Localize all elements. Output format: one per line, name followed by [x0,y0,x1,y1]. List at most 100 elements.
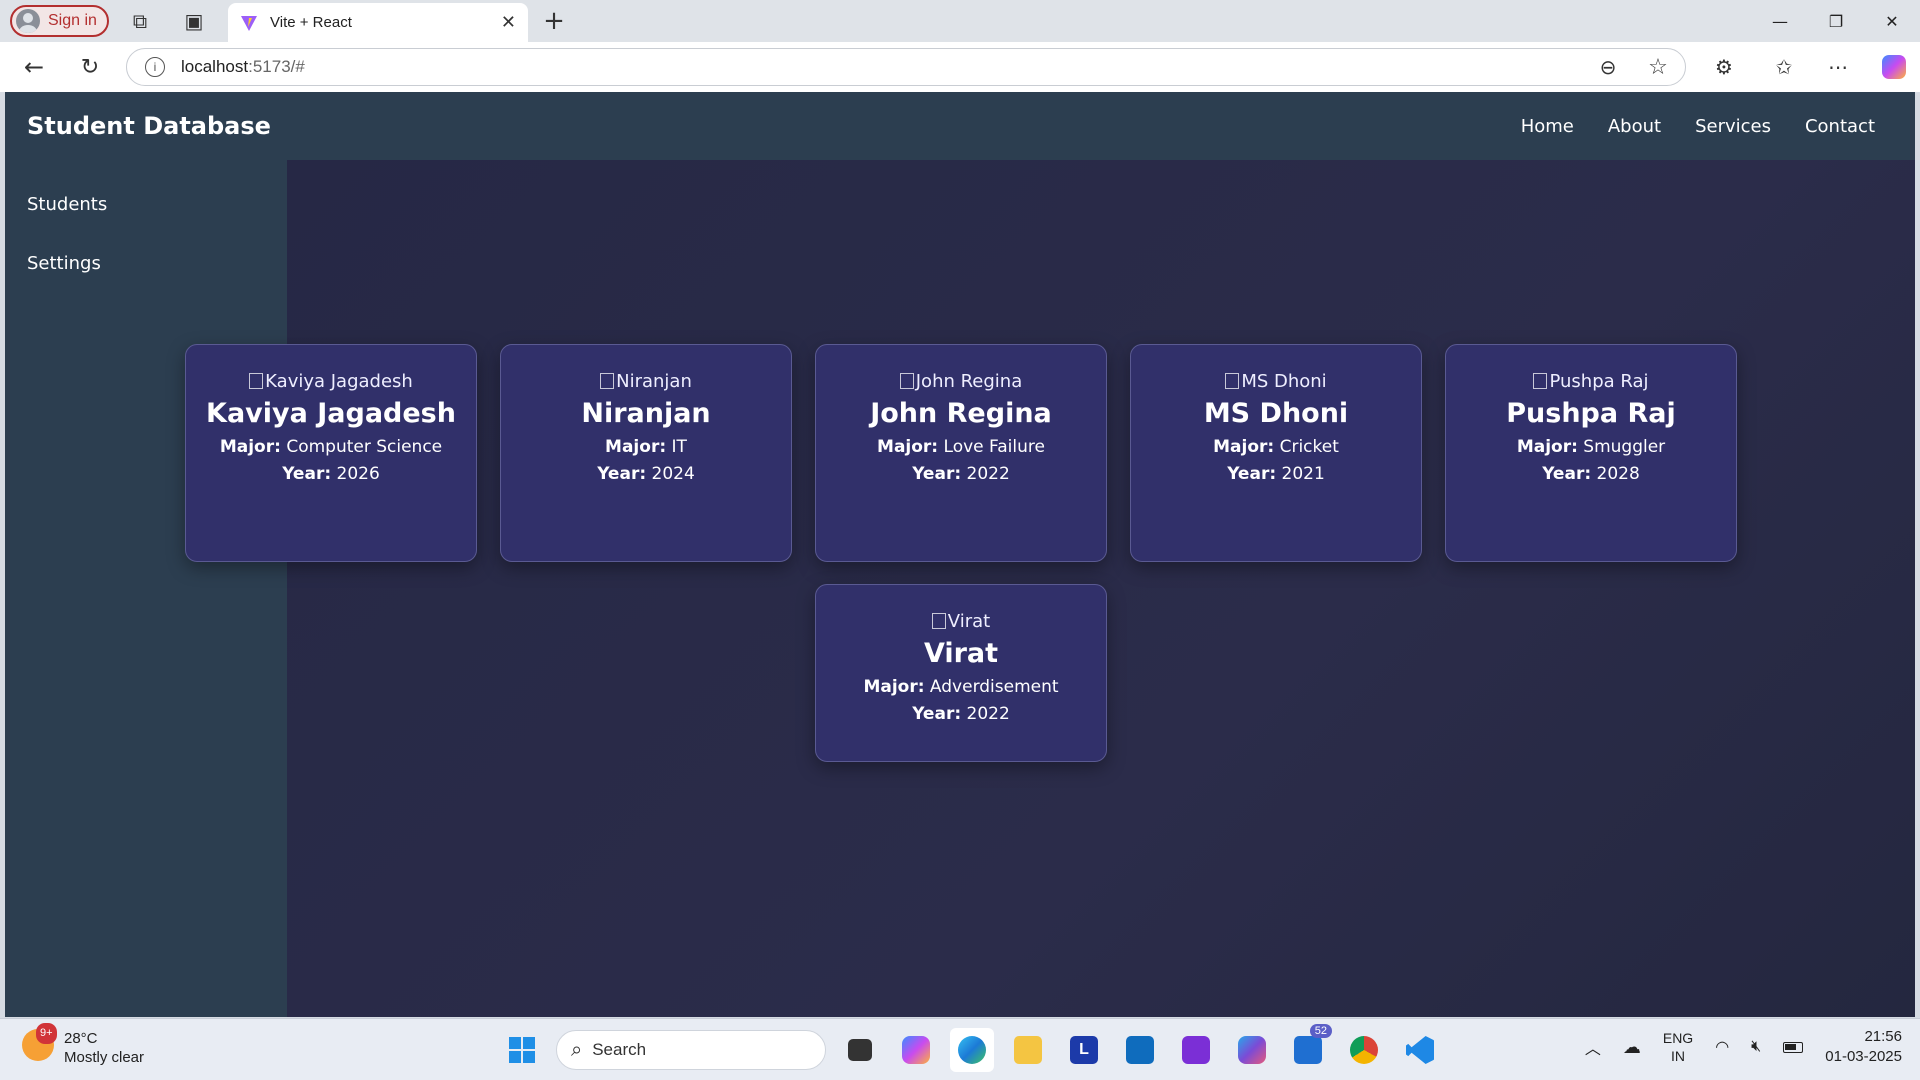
copilot-icon[interactable] [1876,49,1912,85]
student-major: Major: Computer Science [196,434,466,461]
major-value: Smuggler [1583,437,1666,457]
year-label: Year: [1542,464,1592,484]
tab-title: Vite + React [270,14,352,31]
outlook-icon[interactable] [1118,1028,1162,1072]
restore-icon[interactable]: ❐ [1808,0,1864,42]
year-label: Year: [282,464,332,484]
nav-links: Home About Services Contact [1521,116,1875,137]
search-icon: ⌕ [571,1038,583,1061]
weather-widget[interactable]: 9+ 28°C Mostly clear [22,1023,144,1067]
nav-about-link[interactable]: About [1608,116,1661,137]
url-path: :5173/# [248,57,305,76]
vscode-icon[interactable] [1398,1028,1442,1072]
taskbar-apps: ⌕ Search L 52 [500,1024,1442,1072]
favorite-star-icon[interactable]: ☆ [1640,49,1676,85]
year-value: 2021 [1281,464,1325,484]
sign-in-button[interactable]: Sign in [10,5,109,37]
year-value: 2024 [651,464,695,484]
chrome-icon[interactable] [1342,1028,1386,1072]
taskbar-search[interactable]: ⌕ Search [556,1030,826,1070]
windows-logo-icon [509,1037,535,1063]
student-major: Major: IT [511,434,781,461]
student-year: Year: 2028 [1456,461,1726,488]
language-top: ENG [1662,1030,1694,1046]
major-value: Love Failure [943,437,1045,457]
url-input[interactable]: i localhost:5173/# [126,48,1686,86]
copilot-app-icon[interactable] [894,1028,938,1072]
student-name: Pushpa Raj [1506,398,1676,429]
tab-vite-react[interactable]: Vite + React ✕ [228,3,528,42]
nav-contact-link[interactable]: Contact [1805,116,1875,137]
teams-count-badge: 52 [1309,1024,1332,1038]
wifi-icon[interactable]: ◠ [1715,1037,1729,1057]
weather-sun-icon: 9+ [22,1023,57,1061]
student-year: Year: 2022 [826,461,1096,488]
year-label: Year: [597,464,647,484]
sidebar: Students Settings [5,160,287,1017]
student-major: Major: Adverdisement [826,674,1096,701]
student-card[interactable]: Niranjan Niranjan Major: IT Year: 2024 [500,344,792,562]
student-photo: Pushpa Raj [1456,371,1726,392]
url-text: localhost:5173/# [181,57,305,77]
show-hidden-icons-chevron-icon[interactable]: ︿ [1585,1035,1601,1059]
new-tab-icon[interactable]: + [536,3,572,39]
workspaces-icon[interactable]: ⧉ [122,3,158,39]
more-options-icon[interactable]: ⋯ [1820,49,1856,85]
minimize-icon[interactable]: — [1752,0,1808,42]
l-app-icon[interactable]: L [1062,1028,1106,1072]
year-value: 2022 [966,704,1010,724]
student-photo: Kaviya Jagadesh [196,371,466,392]
student-year: Year: 2021 [1141,461,1411,488]
student-major: Major: Cricket [1141,434,1411,461]
favorites-icon[interactable]: ✩ [1766,49,1802,85]
nav-services-link[interactable]: Services [1695,116,1771,137]
refresh-icon[interactable]: ↻ [72,49,108,85]
edge-browser-icon[interactable] [950,1028,994,1072]
zoom-out-icon[interactable]: ⊖ [1590,49,1626,85]
battery-icon[interactable] [1783,1041,1804,1053]
sidebar-item-settings[interactable]: Settings [27,253,265,274]
cloud-offline-icon[interactable]: ☁ [1623,1037,1641,1058]
clock-time: 21:56 [1864,1028,1902,1045]
search-label: Search [592,1040,647,1059]
brand-title: Student Database [27,112,271,140]
year-value: 2028 [1596,464,1640,484]
year-label: Year: [912,704,962,724]
site-info-icon[interactable]: i [145,57,165,77]
circle-app-icon[interactable] [1174,1028,1218,1072]
close-tab-icon[interactable]: ✕ [501,12,516,33]
back-icon[interactable]: ← [16,49,52,85]
sidebar-item-students[interactable]: Students [27,194,265,215]
close-window-icon[interactable]: ✕ [1864,0,1920,42]
weather-badge: 9+ [36,1023,57,1044]
teams-icon[interactable]: 52 [1286,1024,1332,1072]
start-windows-icon[interactable] [500,1028,544,1072]
url-host: localhost [181,57,249,76]
tab-actions-icon[interactable]: ▣ [176,3,212,39]
student-card[interactable]: MS Dhoni MS Dhoni Major: Cricket Year: 2… [1130,344,1422,562]
clock[interactable]: 21:56 01-03-2025 [1825,1027,1902,1067]
year-label: Year: [912,464,962,484]
clock-date: 01-03-2025 [1825,1048,1902,1065]
language-indicator[interactable]: ENG IN [1663,1029,1693,1065]
student-major: Major: Love Failure [826,434,1096,461]
student-card[interactable]: Kaviya Jagadesh Kaviya Jagadesh Major: C… [185,344,477,562]
task-view-icon[interactable] [838,1028,882,1072]
address-bar-row: ← ↻ i localhost:5173/# ⊖ ☆ ⚙ ✩ ⋯ [0,42,1920,92]
student-name: MS Dhoni [1203,398,1349,429]
nav-home-link[interactable]: Home [1521,116,1574,137]
student-card[interactable]: John Regina John Regina Major: Love Fail… [815,344,1107,562]
extensions-icon[interactable]: ⚙ [1706,49,1742,85]
student-photo: John Regina [826,371,1096,392]
student-card[interactable]: Virat Virat Major: Adverdisement Year: 2… [815,584,1107,762]
volume-muted-icon[interactable]: 🔇︎ [1751,1038,1761,1056]
year-value: 2022 [966,464,1010,484]
m365-icon[interactable] [1230,1028,1274,1072]
browser-titlebar: Sign in ⧉ ▣ Vite + React ✕ + — ❐ ✕ [0,0,1920,42]
student-year: Year: 2026 [196,461,466,488]
weather-temp: 28°C [64,1030,98,1047]
major-label: Major: [219,437,281,457]
student-card[interactable]: Pushpa Raj Pushpa Raj Major: Smuggler Ye… [1445,344,1737,562]
app-root: Student Database Home About Services Con… [5,92,1915,1017]
file-explorer-icon[interactable] [1006,1028,1050,1072]
